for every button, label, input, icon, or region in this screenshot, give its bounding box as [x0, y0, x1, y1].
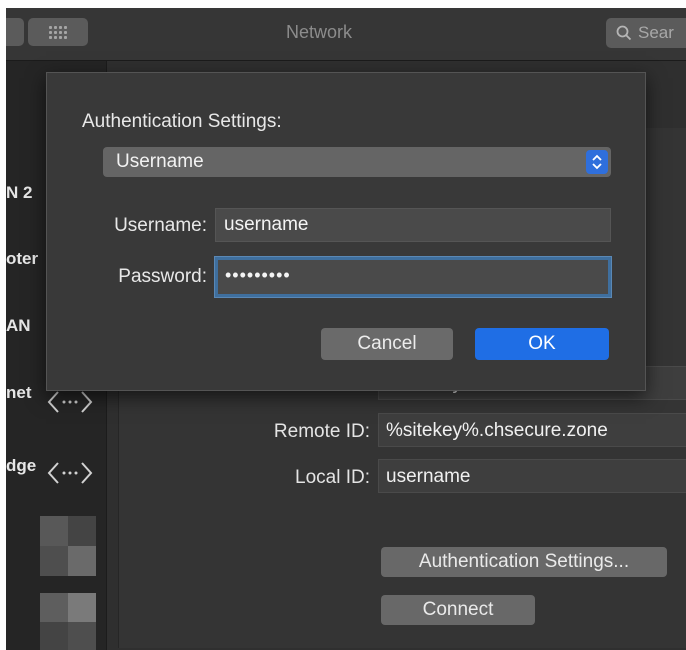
arrows-icon: [47, 391, 93, 413]
search-icon: [616, 25, 632, 41]
remote-id-label: Remote ID:: [273, 421, 370, 442]
password-label: Password:: [118, 266, 207, 287]
sidebar-item-label: AN: [6, 316, 31, 335]
username-label: Username:: [114, 215, 207, 236]
sidebar-item-2[interactable]: oter: [6, 249, 38, 269]
local-id-label: Local ID:: [295, 467, 370, 488]
authentication-settings-button[interactable]: Authentication Settings...: [381, 547, 667, 577]
title-bar: Network Sear: [6, 8, 686, 61]
pixelated-service-icon: [40, 593, 96, 650]
ok-button[interactable]: OK: [475, 328, 609, 360]
search-field[interactable]: Sear: [606, 18, 686, 48]
sidebar-item-label: dge: [6, 456, 37, 475]
network-preferences-window: Network Sear N 2 oter AN net dge Remote …: [6, 8, 686, 650]
username-field[interactable]: username: [215, 208, 611, 242]
sidebar-item-label: net: [6, 383, 32, 402]
authentication-settings-sheet: Authentication Settings: Username Userna…: [46, 72, 646, 391]
local-id-field[interactable]: username: [378, 459, 686, 493]
updown-chevron-icon: [586, 150, 608, 174]
window-title: Network: [286, 22, 353, 42]
sidebar-item-1[interactable]: N 2: [6, 183, 32, 203]
sidebar-item-label: oter: [6, 249, 39, 268]
sidebar-item-3[interactable]: AN: [6, 316, 31, 336]
remote-id-field[interactable]: %sitekey%.chsecure.zone: [378, 413, 686, 447]
grid-icon: [49, 25, 67, 39]
pixelated-service-icon: [40, 516, 96, 576]
search-placeholder: Sear: [638, 23, 674, 42]
sidebar-item-4[interactable]: net: [6, 383, 32, 403]
sidebar-item-5[interactable]: dge: [6, 456, 36, 476]
password-field[interactable]: •••••••••: [215, 257, 611, 297]
connect-button[interactable]: Connect: [381, 595, 535, 625]
select-value: Username: [116, 151, 204, 172]
authentication-method-select[interactable]: Username: [103, 147, 611, 177]
back-button[interactable]: [6, 18, 24, 46]
arrows-icon: [47, 462, 93, 484]
sidebar-item-label: N 2: [6, 183, 33, 202]
cancel-button[interactable]: Cancel: [321, 328, 453, 360]
show-all-button[interactable]: [28, 18, 88, 46]
dialog-heading: Authentication Settings:: [82, 111, 282, 132]
